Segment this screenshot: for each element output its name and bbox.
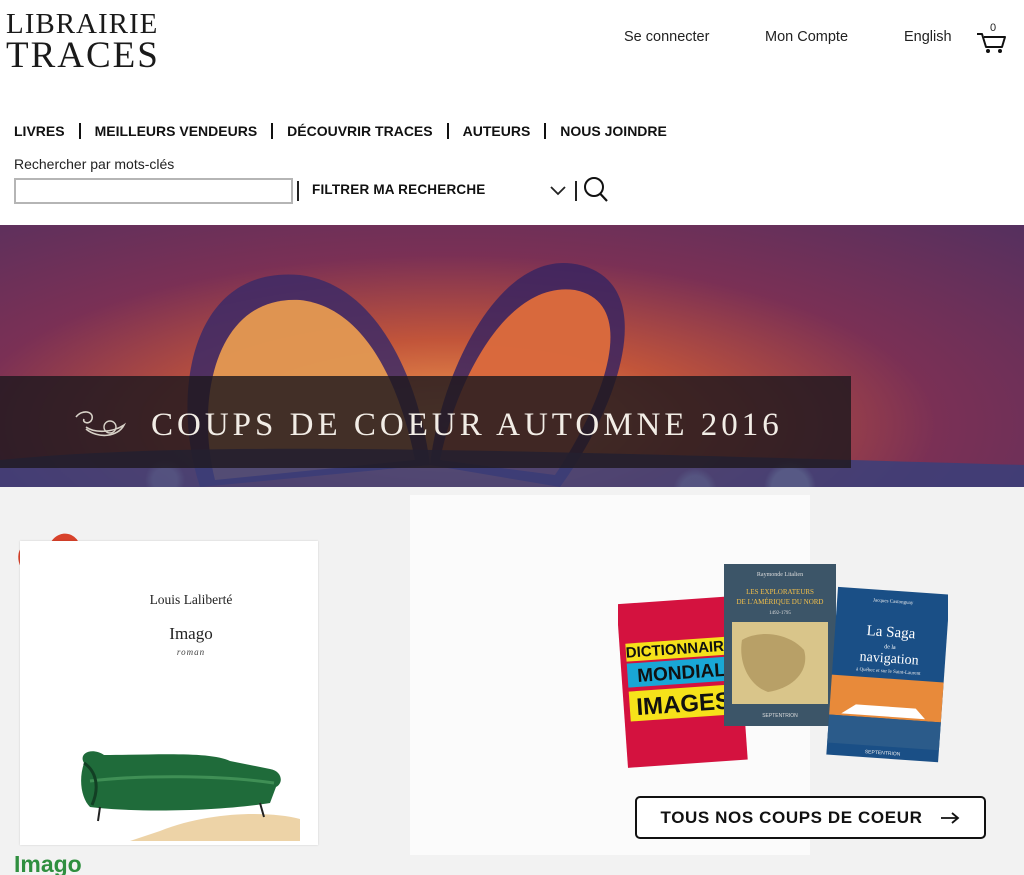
store-logo[interactable]: LIBRAIRIE TRACES — [6, 10, 160, 76]
nav-separator — [271, 123, 274, 139]
nav-separator — [446, 123, 449, 139]
banner-title: COUPS DE COEUR AUTOMNE 2016 — [151, 407, 783, 443]
book-author: Louis Laliberté — [149, 592, 233, 607]
nav-item-decouvrir-traces[interactable]: DÉCOUVRIR TRACES — [287, 123, 432, 139]
logo-line-2: TRACES — [6, 35, 160, 76]
nav-item-nous-joindre[interactable]: NOUS JOINDRE — [560, 123, 667, 139]
search-divider — [297, 181, 299, 201]
nav-item-auteurs[interactable]: AUTEURS — [463, 123, 531, 139]
search-label: Rechercher par mots-clés — [14, 156, 175, 172]
featured-book-cover[interactable]: Louis Laliberté Imago roman — [20, 541, 318, 845]
cart-icon — [977, 33, 1006, 53]
search-input[interactable] — [14, 178, 293, 204]
book2-title-1: LES EXPLORATEURS — [746, 588, 814, 596]
nav-item-meilleurs-vendeurs[interactable]: MEILLEURS VENDEURS — [95, 123, 258, 139]
nav-item-livres[interactable]: LIVRES — [14, 123, 65, 139]
search-icon[interactable] — [583, 176, 609, 204]
book3-title-1: La Saga — [866, 623, 916, 642]
hero-banner[interactable]: COUPS DE COEUR AUTOMNE 2016 — [0, 225, 1024, 487]
book2-publisher: SEPTENTRION — [762, 713, 798, 719]
sofa-illustration — [81, 751, 300, 841]
cart-button[interactable]: 0 — [975, 22, 1009, 56]
nav-separator — [78, 123, 81, 139]
all-favorites-button[interactable]: TOUS NOS COUPS DE COEUR — [635, 796, 986, 839]
book-title: Imago — [169, 624, 213, 643]
main-nav: LIVRES MEILLEURS VENDEURS DÉCOUVRIR TRAC… — [14, 123, 667, 139]
nav-separator — [544, 123, 547, 139]
book-genre: roman — [176, 647, 206, 657]
product-title[interactable]: Imago — [14, 851, 82, 875]
chevron-down-icon[interactable] — [549, 183, 567, 197]
arrow-right-icon — [941, 811, 960, 824]
all-favorites-label: TOUS NOS COUPS DE COEUR — [660, 807, 923, 827]
featured-books-stack[interactable]: DICTIONNAIRE MONDIAL IMAGES Raymonde Lit… — [618, 560, 948, 770]
login-link[interactable]: Se connecter — [624, 29, 709, 45]
filter-dropdown[interactable]: FILTRER MA RECHERCHE — [312, 182, 486, 197]
book2-author: Raymonde Litalien — [757, 572, 803, 578]
book2-years: 1492-1795 — [769, 611, 791, 616]
language-link[interactable]: English — [904, 29, 952, 45]
account-link[interactable]: Mon Compte — [765, 29, 848, 45]
book2-title-2: DE L'AMÉRIQUE DU NORD — [736, 598, 823, 606]
book3-title-2: de la — [884, 644, 896, 651]
ornament-icon — [75, 411, 127, 437]
search-divider — [575, 181, 577, 201]
